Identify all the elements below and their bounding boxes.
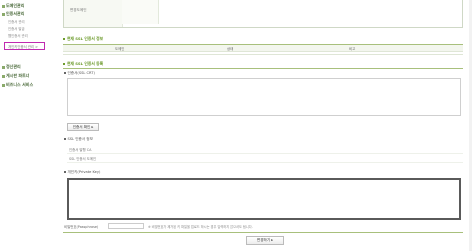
sidebar-section-settlement[interactable]: 정산관리 (2, 64, 21, 70)
bullet-icon (2, 4, 5, 8)
bullet-icon (64, 72, 66, 74)
domain-change-value-cell (122, 0, 159, 24)
verify-cert-button[interactable]: 인증서 확인 ▸ (67, 123, 99, 131)
bullet-icon (2, 74, 5, 78)
domain-change-label-cell: 변경도메인 (64, 0, 123, 27)
bullet-icon (64, 138, 66, 140)
bullet-icon (2, 83, 5, 87)
bullet-icon (2, 65, 5, 69)
domain-change-box: 변경도메인 (63, 0, 463, 28)
bullet-icon (64, 171, 66, 173)
square-bullet-icon (63, 63, 65, 65)
sidebar-item-web-cert[interactable]: 웹인증서 관리 (8, 33, 28, 38)
column-header-domain: 도메인 (115, 47, 125, 51)
table-divider (63, 54, 463, 55)
info-row-domain: SSL 인증서 도메인 (69, 157, 97, 161)
vertical-scrollbar[interactable] (469, 0, 472, 251)
ssl-info-table-header: 도메인 상태 비고 (63, 44, 463, 52)
password-input[interactable] (108, 223, 144, 229)
main-content: 변경도메인 현재 SSL 인증서 정보 도메인 상태 비고 현재 SSL 인증서… (58, 0, 466, 251)
square-bullet-icon (63, 38, 65, 40)
private-key-label: 개인키(Private Key) (64, 170, 100, 175)
form-divider (63, 68, 463, 69)
cert-textarea[interactable] (67, 78, 461, 116)
column-header-note: 비고 (349, 47, 356, 51)
form-divider (63, 232, 463, 233)
sidebar-item-cert-issue[interactable]: 인증서 발급 (8, 26, 25, 31)
column-header-status: 상태 (227, 47, 234, 51)
password-note: ※ 비밀번호가 제거된 키 파일을 업로드 하시는 경우 입력하지 않으셔도 됩… (148, 225, 253, 229)
sidebar-section-business[interactable]: 비즈니스 서비스 (2, 82, 33, 88)
info-row-ca: 인증서 발행 CA (69, 148, 92, 152)
ssl-register-title: 현재 SSL 인증서 등록 (63, 61, 103, 67)
sidebar-item-active[interactable]: 개인키인증서 관리 > (4, 42, 45, 50)
ssl-info-label: SSL 인증서 정보 (64, 137, 93, 142)
sidebar: 도메인관리 인증서관리 인증서 관리 인증서 발급 웹인증서 관리 개인키인증서… (0, 0, 58, 251)
sidebar-section-cert[interactable]: 인증서관리 (2, 11, 24, 17)
info-divider (67, 162, 463, 163)
info-divider (67, 153, 463, 154)
cert-field-label: 인증서(SSL CRT) (64, 71, 95, 76)
submit-button[interactable]: 변경하기 ▸ (246, 236, 284, 245)
sidebar-section-domain[interactable]: 도메인관리 (2, 3, 24, 9)
private-key-textarea[interactable] (67, 178, 461, 220)
bullet-icon (2, 12, 5, 16)
ssl-info-title: 현재 SSL 인증서 정보 (63, 36, 103, 42)
sidebar-section-board[interactable]: 게시판 파트너 (2, 73, 29, 79)
password-label: 비밀번호(Passphrase) (64, 225, 99, 229)
sidebar-item-cert-manage[interactable]: 인증서 관리 (8, 19, 25, 24)
